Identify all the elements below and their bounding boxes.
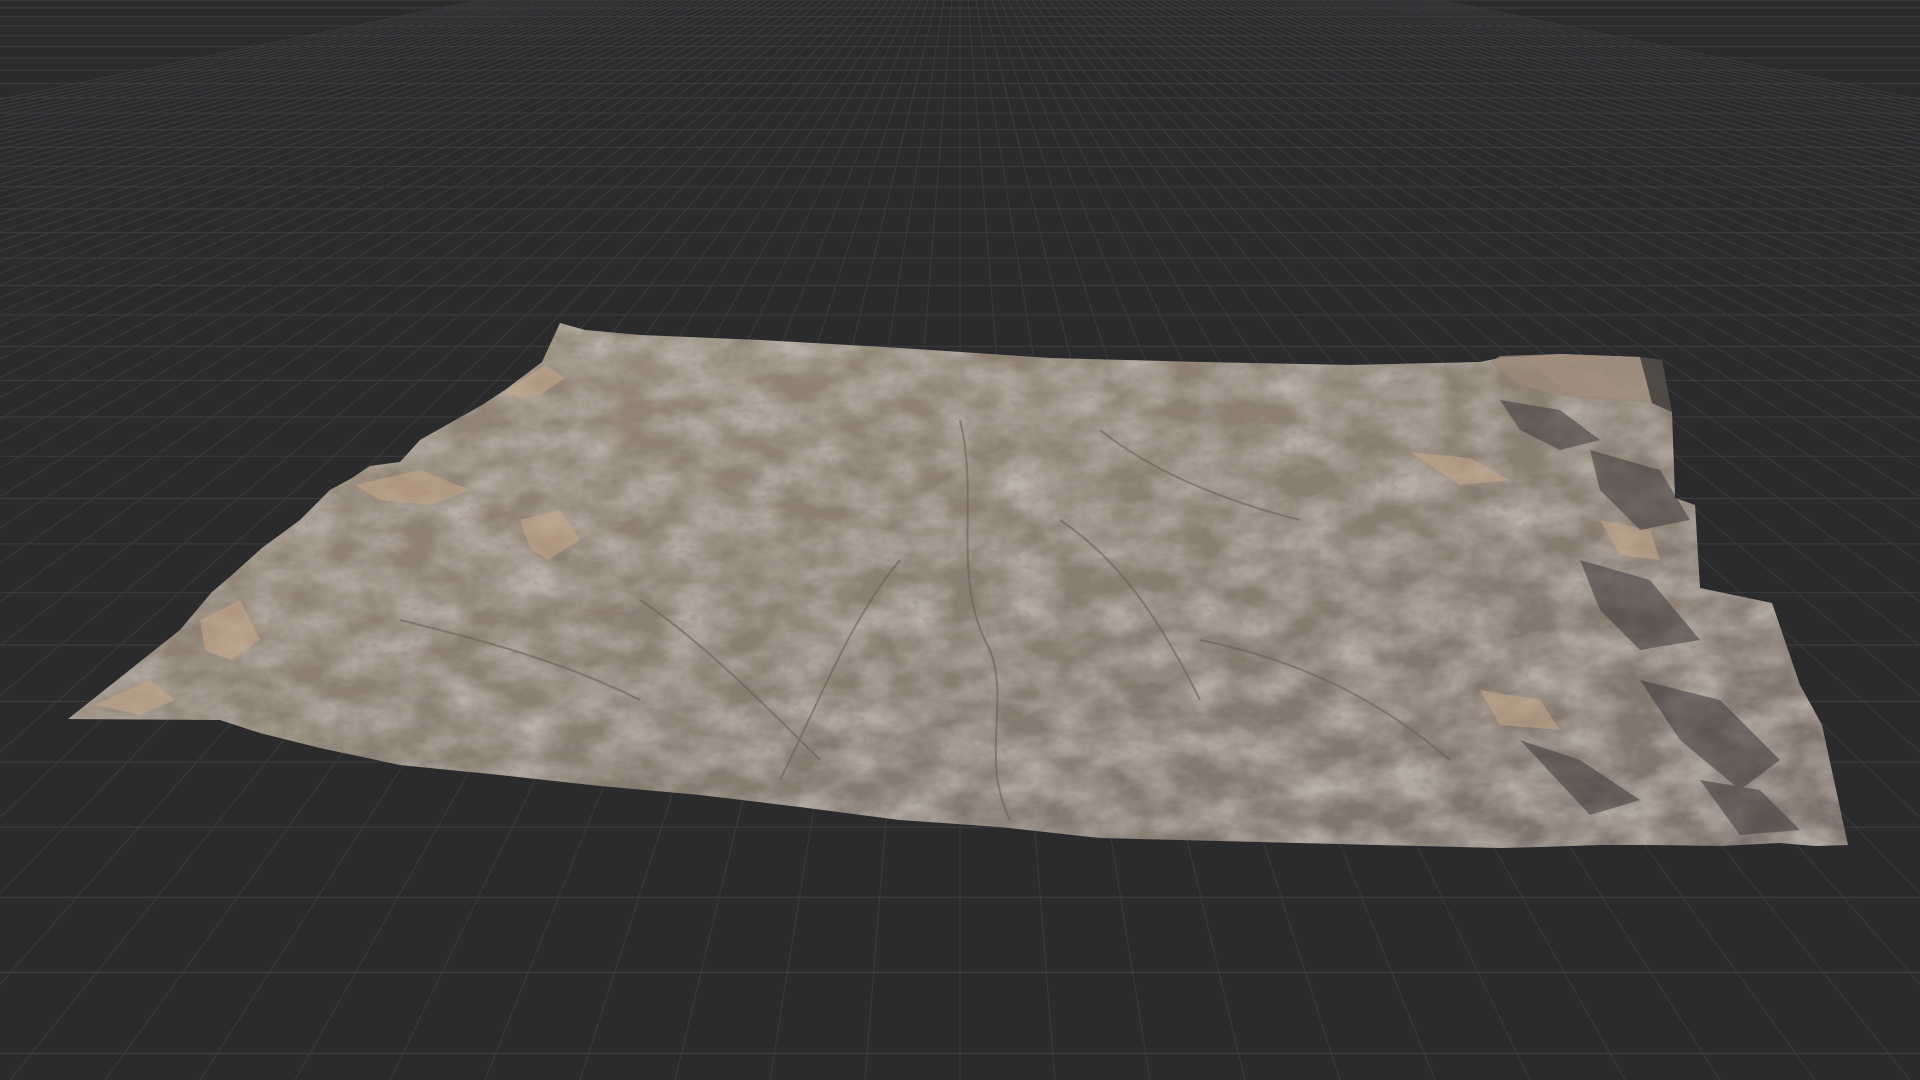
3d-viewport[interactable] <box>0 0 1920 1080</box>
viewport-scene[interactable] <box>0 0 1920 1080</box>
atmosphere-fog <box>0 0 1920 1080</box>
